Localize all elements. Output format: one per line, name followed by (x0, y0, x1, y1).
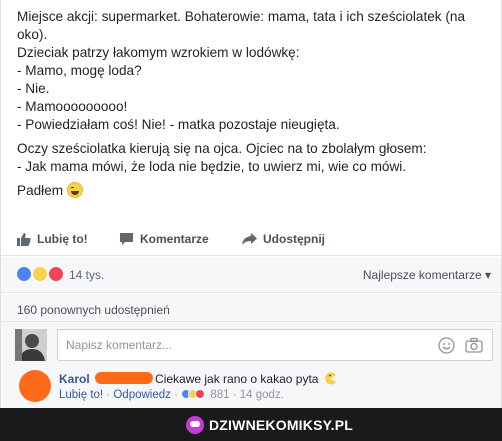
reactions-summary: 14 tys. Najlepsze komentarze ▾ (1, 257, 501, 293)
pacman-emoji-icon (324, 372, 336, 385)
comment-reply-link[interactable]: Odpowiedz (113, 389, 171, 401)
like-label: Lubię to! (37, 232, 88, 246)
comment-composer (1, 322, 501, 368)
shares-row: 160 ponownych udostępnień (1, 294, 501, 322)
post-line-last: Padłem (17, 182, 487, 200)
love-reaction-icon[interactable] (48, 266, 64, 282)
commenter-avatar[interactable] (19, 370, 51, 402)
post-card: Miejsce akcji: supermarket. Bohaterowie:… (0, 0, 502, 408)
post-line: Oczy sześciolatka kierują się na ojca. O… (17, 141, 427, 156)
like-button[interactable]: Lubię to! (17, 232, 88, 246)
shares-count[interactable]: 160 ponownych udostępnień (17, 303, 170, 317)
post-text: Miejsce akcji: supermarket. Bohaterowie:… (17, 8, 487, 200)
post-line-end: Padłem (17, 183, 64, 198)
separator: · (170, 389, 182, 401)
comment-like-link[interactable]: Lubię to! (59, 389, 103, 401)
user-avatar (15, 329, 47, 361)
post-line: - Nie. (17, 81, 50, 96)
commenter-name[interactable]: Karol (59, 372, 90, 386)
redacted-name-mark (95, 372, 154, 384)
brand-mask-icon (186, 416, 204, 434)
user-avatar-image (15, 329, 47, 361)
post-line: - Powiedziałam coś! Nie! - matka pozosta… (17, 117, 340, 132)
reaction-count[interactable]: 14 tys. (69, 268, 104, 282)
laughing-emoji-icon (66, 182, 83, 198)
share-button[interactable]: Udostępnij (242, 232, 325, 246)
share-arrow-icon (242, 233, 257, 245)
post-action-bar: Lubię to! Komentarze Udostępnij (1, 222, 501, 256)
comment-label: Komentarze (140, 232, 209, 246)
brand-logo: DZIWNEKOMIKSY.PL (186, 416, 353, 434)
watermark-footer: DZIWNEKOMIKSY.PL (0, 408, 502, 441)
emoji-picker-icon[interactable] (438, 337, 455, 354)
comment-text: Ciekawe jak rano o kakao pyta (155, 372, 319, 386)
comment-icon (120, 233, 133, 245)
separator: · (103, 389, 114, 401)
comment-meta: Lubię to! · Odpowiedz · 881 · 14 godz. (59, 389, 284, 401)
comment-sort-label: Najlepsze komentarze (362, 268, 482, 282)
camera-icon[interactable] (465, 337, 483, 353)
comment-input[interactable] (57, 329, 493, 361)
comment-body: Karol Ciekawe jak rano o kakao pyta (59, 372, 337, 386)
chevron-down-icon: ▾ (484, 268, 491, 282)
post-line: - Jak mama mówi, że loda nie będzie, to … (17, 159, 407, 174)
comment-sort-dropdown[interactable]: Najlepsze komentarze ▾ (363, 268, 491, 282)
love-mini-icon (195, 389, 206, 399)
post-line: - Mamo, mogę loda? (17, 63, 142, 78)
brand-name: DZIWNEKOMIKSY.PL (209, 417, 353, 433)
comment-button[interactable]: Komentarze (119, 232, 209, 246)
post-line: Miejsce akcji: supermarket. Bohaterowie:… (17, 9, 466, 42)
thumbs-up-icon (17, 233, 31, 246)
like-reaction-icon[interactable] (16, 266, 32, 282)
separator: · (229, 389, 240, 401)
comment-reaction-count[interactable]: 881 (210, 389, 229, 401)
comment-item: Karol Ciekawe jak rano o kakao pyta Lubi… (1, 368, 501, 408)
comment-timestamp[interactable]: 14 godz. (240, 389, 284, 401)
haha-reaction-icon[interactable] (32, 266, 48, 282)
post-line: - Mamooooooooo! (17, 99, 128, 114)
share-label: Udostępnij (263, 232, 325, 246)
post-line: Dzieciak patrzy łakomym wzrokiem w lodów… (17, 45, 300, 60)
